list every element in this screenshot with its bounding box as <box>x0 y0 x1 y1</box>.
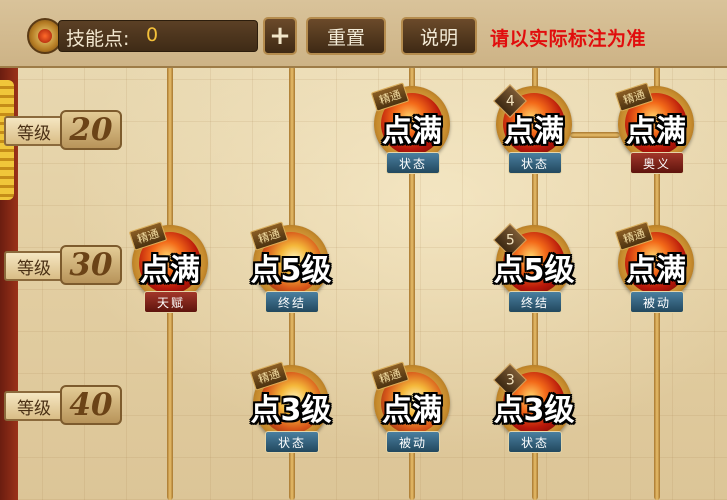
level-number: 20 <box>60 110 122 150</box>
skill-node[interactable]: 精通 状态 点3级 <box>249 361 331 465</box>
skill-type-label: 终结 <box>508 291 562 313</box>
skill-instruction: 点满 <box>140 253 200 288</box>
skill-node[interactable]: 5 终结 点5级 <box>493 223 574 325</box>
level-marker-20: 等级 20 <box>0 108 122 152</box>
disclaimer-note: 请以实际标注为准 <box>490 28 647 50</box>
skill-type-label: 状态 <box>508 431 562 453</box>
skill-node[interactable]: 精通 被动 点满 <box>614 221 696 325</box>
skill-type-label: 被动 <box>386 431 440 453</box>
skill-node[interactable]: 精通 天赋 点满 <box>128 221 210 325</box>
skill-node[interactable]: 精通 奥义 点满 <box>614 82 696 186</box>
skill-points-label: 技能点: <box>66 28 130 50</box>
level-tag: 等级 <box>4 116 64 146</box>
skill-instruction: 点3级 <box>493 393 575 428</box>
skill-node[interactable]: 精通 终结 点5级 <box>249 221 331 325</box>
level-marker-30: 等级 30 <box>0 243 122 287</box>
skill-instruction: 点满 <box>626 253 686 288</box>
add-points-button[interactable]: + <box>263 17 297 55</box>
skill-instruction: 点满 <box>504 114 564 149</box>
level-tag: 等级 <box>4 251 64 281</box>
skill-type-label: 奥义 <box>630 152 684 174</box>
skill-type-label: 状态 <box>508 152 562 174</box>
info-button[interactable]: 说明 <box>401 17 477 55</box>
skill-instruction: 点满 <box>382 114 442 149</box>
level-marker-40: 等级 40 <box>0 383 122 427</box>
skill-type-label: 天赋 <box>144 291 198 313</box>
skill-instruction: 点满 <box>382 393 442 428</box>
level-tag: 等级 <box>4 391 64 421</box>
skill-node[interactable]: 4 状态 点满 <box>493 84 574 186</box>
skill-type-label: 状态 <box>386 152 440 174</box>
skill-node[interactable]: 3 状态 点3级 <box>493 363 574 465</box>
skill-node[interactable]: 精通 被动 点满 <box>370 361 452 465</box>
skill-instruction: 点5级 <box>250 253 332 288</box>
skill-type-label: 状态 <box>265 431 319 453</box>
skill-instruction: 点满 <box>626 114 686 149</box>
skill-instruction: 点3级 <box>250 393 332 428</box>
level-number: 40 <box>60 385 122 425</box>
skill-instruction: 点5级 <box>493 253 575 288</box>
skill-points-value: 0 <box>146 24 159 46</box>
reset-button[interactable]: 重置 <box>306 17 386 55</box>
skill-node[interactable]: 精通 状态 点满 <box>370 82 452 186</box>
skill-type-label: 终结 <box>265 291 319 313</box>
skill-type-label: 被动 <box>630 291 684 313</box>
